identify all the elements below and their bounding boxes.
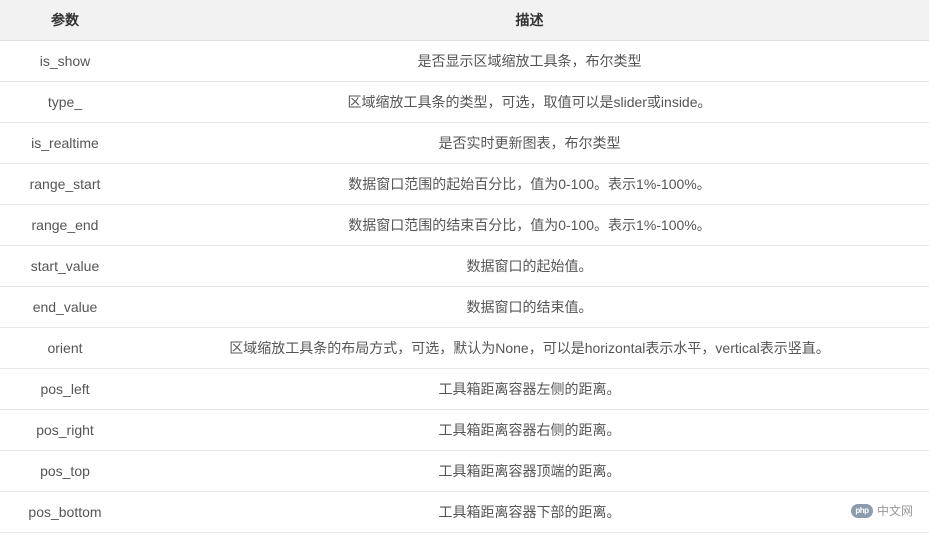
param-cell: range_end: [0, 205, 130, 246]
param-cell: range_start: [0, 164, 130, 205]
table-row: pos_left工具箱距离容器左侧的距离。: [0, 369, 929, 410]
params-table: 参数 描述 is_show是否显示区域缩放工具条，布尔类型type_区域缩放工具…: [0, 0, 929, 533]
desc-cell: 工具箱距离容器左侧的距离。: [130, 369, 929, 410]
param-cell: pos_bottom: [0, 492, 130, 533]
table-row: range_end数据窗口范围的结束百分比，值为0-100。表示1%-100%。: [0, 205, 929, 246]
param-cell: pos_right: [0, 410, 130, 451]
table-row: pos_top工具箱距离容器顶端的距离。: [0, 451, 929, 492]
table-row: pos_bottom工具箱距离容器下部的距离。: [0, 492, 929, 533]
param-cell: orient: [0, 328, 130, 369]
table-row: end_value数据窗口的结束值。: [0, 287, 929, 328]
param-cell: is_realtime: [0, 123, 130, 164]
desc-cell: 数据窗口范围的起始百分比，值为0-100。表示1%-100%。: [130, 164, 929, 205]
desc-cell: 是否实时更新图表，布尔类型: [130, 123, 929, 164]
header-param: 参数: [0, 0, 130, 41]
watermark: php 中文网: [845, 500, 919, 521]
table-row: range_start数据窗口范围的起始百分比，值为0-100。表示1%-100…: [0, 164, 929, 205]
table-row: type_区域缩放工具条的类型，可选，取值可以是slider或inside。: [0, 82, 929, 123]
table-header-row: 参数 描述: [0, 0, 929, 41]
desc-cell: 区域缩放工具条的类型，可选，取值可以是slider或inside。: [130, 82, 929, 123]
desc-cell: 工具箱距离容器右侧的距离。: [130, 410, 929, 451]
table-row: is_show是否显示区域缩放工具条，布尔类型: [0, 41, 929, 82]
desc-cell: 数据窗口的结束值。: [130, 287, 929, 328]
table-row: pos_right工具箱距离容器右侧的距离。: [0, 410, 929, 451]
header-desc: 描述: [130, 0, 929, 41]
desc-cell: 工具箱距离容器顶端的距离。: [130, 451, 929, 492]
param-cell: type_: [0, 82, 130, 123]
desc-cell: 数据窗口的起始值。: [130, 246, 929, 287]
desc-cell: 工具箱距离容器下部的距离。: [130, 492, 929, 533]
table-row: orient区域缩放工具条的布局方式，可选，默认为None，可以是horizon…: [0, 328, 929, 369]
table-row: is_realtime是否实时更新图表，布尔类型: [0, 123, 929, 164]
php-logo-icon: php: [851, 504, 873, 518]
table-row: start_value数据窗口的起始值。: [0, 246, 929, 287]
param-cell: is_show: [0, 41, 130, 82]
param-cell: start_value: [0, 246, 130, 287]
watermark-text: 中文网: [877, 502, 913, 519]
param-cell: pos_left: [0, 369, 130, 410]
desc-cell: 数据窗口范围的结束百分比，值为0-100。表示1%-100%。: [130, 205, 929, 246]
desc-cell: 是否显示区域缩放工具条，布尔类型: [130, 41, 929, 82]
param-cell: end_value: [0, 287, 130, 328]
param-cell: pos_top: [0, 451, 130, 492]
desc-cell: 区域缩放工具条的布局方式，可选，默认为None，可以是horizontal表示水…: [130, 328, 929, 369]
